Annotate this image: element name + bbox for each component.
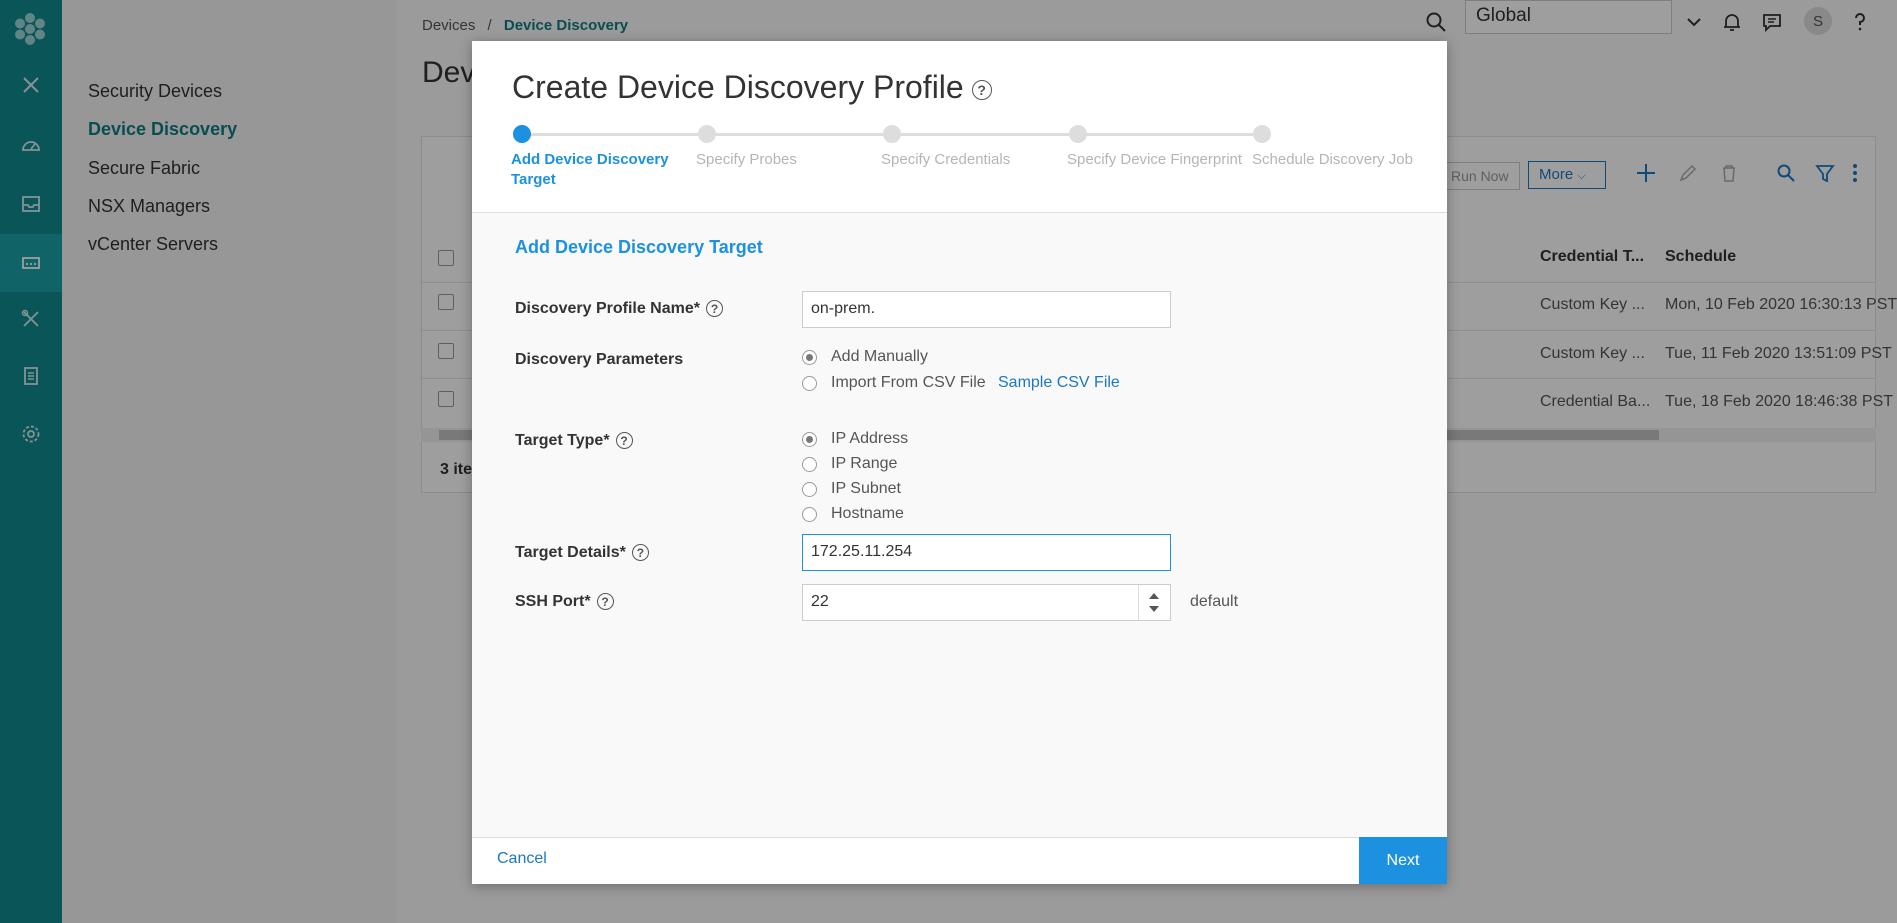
radio-hostname[interactable]: Hostname: [802, 505, 904, 523]
radio-button[interactable]: [802, 349, 817, 365]
radio-label: IP Range: [831, 455, 898, 472]
target-type-label-text: Target Type*: [515, 432, 610, 449]
stepper-arrows: [1138, 585, 1170, 620]
radio-label: Import From CSV File: [831, 374, 986, 391]
discovery-params-label: Discovery Parameters: [515, 351, 684, 368]
step-dot-3[interactable]: [883, 125, 901, 143]
next-button[interactable]: Next: [1359, 837, 1447, 884]
target-details-label: Target Details*?: [515, 544, 649, 562]
step-label-5[interactable]: Schedule Discovery Job: [1252, 150, 1413, 170]
dialog-header: Create Device Discovery Profile? Add Dev…: [472, 41, 1447, 213]
radio-import-csv[interactable]: Import From CSV File: [802, 374, 986, 392]
radio-add-manually[interactable]: Add Manually: [802, 348, 928, 366]
radio-label: IP Subnet: [831, 480, 901, 497]
cancel-button[interactable]: Cancel: [497, 850, 547, 868]
ssh-port-label: SSH Port*?: [515, 593, 614, 611]
step-dot-2[interactable]: [698, 125, 716, 143]
radio-button[interactable]: [802, 375, 817, 391]
radio-ip-address[interactable]: IP Address: [802, 430, 908, 448]
increment-arrow-icon[interactable]: [1149, 593, 1159, 599]
target-details-label-text: Target Details*: [515, 544, 626, 561]
radio-ip-range[interactable]: IP Range: [802, 455, 897, 473]
step-label-2[interactable]: Specify Probes: [696, 150, 797, 170]
step-label-4[interactable]: Specify Device Fingerprint: [1067, 150, 1242, 170]
ssh-port-label-text: SSH Port*: [515, 593, 591, 610]
target-details-input[interactable]: 172.25.11.254: [802, 534, 1171, 571]
help-icon[interactable]: ?: [631, 544, 649, 562]
help-icon[interactable]: ?: [615, 432, 633, 450]
decrement-arrow-icon[interactable]: [1149, 606, 1159, 612]
radio-button[interactable]: [802, 506, 817, 522]
radio-button[interactable]: [802, 481, 817, 497]
target-type-label: Target Type*?: [515, 432, 633, 450]
radio-button[interactable]: [802, 456, 817, 472]
dialog-title: Create Device Discovery Profile?: [512, 69, 992, 106]
help-icon[interactable]: ?: [705, 300, 723, 318]
ssh-port-stepper[interactable]: 22: [802, 584, 1171, 621]
radio-label: Add Manually: [831, 348, 928, 365]
step-dot-5[interactable]: [1253, 125, 1271, 143]
radio-button[interactable]: [802, 431, 817, 447]
step-label-3[interactable]: Specify Credentials: [881, 150, 1010, 170]
help-icon[interactable]: ?: [596, 593, 614, 611]
sample-csv-link[interactable]: Sample CSV File: [998, 374, 1120, 392]
profile-name-label: Discovery Profile Name*?: [515, 300, 723, 318]
step-dot-4[interactable]: [1069, 125, 1087, 143]
help-icon[interactable]: ?: [971, 79, 992, 100]
ssh-port-value[interactable]: 22: [811, 593, 829, 611]
dialog-footer: Cancel Next: [472, 837, 1447, 884]
radio-label: IP Address: [831, 430, 909, 447]
dialog-title-text: Create Device Discovery Profile: [512, 69, 964, 105]
profile-name-input[interactable]: on-prem.: [802, 291, 1171, 328]
profile-name-label-text: Discovery Profile Name*: [515, 300, 700, 317]
radio-label: Hostname: [831, 505, 904, 522]
section-title: Add Device Discovery Target: [515, 237, 763, 257]
step-dot-1[interactable]: [513, 125, 531, 143]
step-label-1[interactable]: Add Device Discovery Target: [511, 150, 671, 190]
radio-ip-subnet[interactable]: IP Subnet: [802, 480, 901, 498]
ssh-port-default-note: default: [1190, 593, 1239, 610]
create-discovery-profile-dialog: Create Device Discovery Profile? Add Dev…: [472, 41, 1447, 884]
